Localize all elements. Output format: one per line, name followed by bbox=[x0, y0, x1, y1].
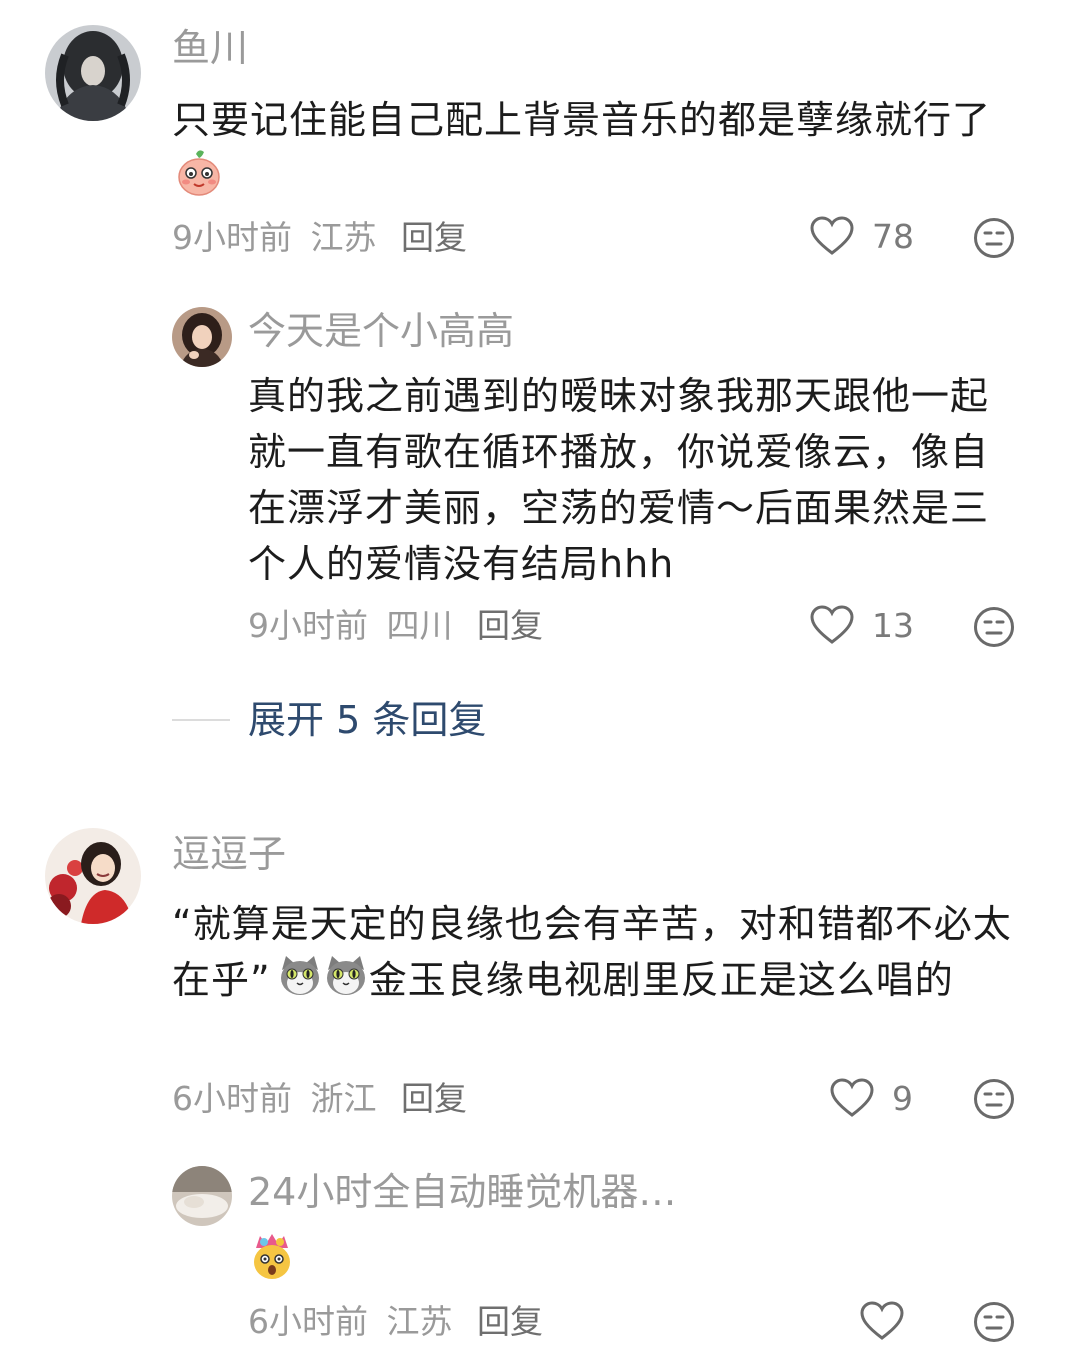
comment-meta: 9小时前 江苏 回复 bbox=[172, 218, 467, 258]
comment-username[interactable]: 鱼川 bbox=[172, 26, 248, 70]
meh-face-icon bbox=[974, 1079, 1014, 1119]
comment-time: 9小时前 bbox=[172, 218, 292, 257]
heart-icon bbox=[810, 605, 854, 644]
comment-time: 9小时前 bbox=[248, 606, 368, 645]
peach-face-emoji bbox=[174, 148, 224, 213]
like-count: 13 bbox=[872, 605, 914, 645]
meh-face-icon bbox=[974, 218, 1014, 258]
comment-text-body: 金玉良缘电视剧里反正是这么唱的 bbox=[368, 958, 954, 1002]
heart-icon bbox=[860, 1301, 904, 1340]
avatar[interactable] bbox=[45, 25, 141, 121]
expand-replies[interactable]: 展开 5 条回复 bbox=[172, 698, 486, 742]
comment-text: 只要记住能自己配上背景音乐的都是孽缘就行了 bbox=[172, 92, 1022, 213]
like-button[interactable] bbox=[860, 1301, 922, 1341]
comment-location: 浙江 bbox=[310, 1079, 377, 1118]
comment-username[interactable]: 逗逗子 bbox=[172, 832, 286, 876]
cat-face-emoji bbox=[323, 952, 369, 1013]
expand-replies-label[interactable]: 展开 5 条回复 bbox=[248, 698, 486, 742]
dislike-button[interactable] bbox=[973, 606, 1015, 652]
comment-time: 6小时前 bbox=[172, 1079, 292, 1118]
avatar[interactable] bbox=[45, 828, 141, 924]
comment-location: 江苏 bbox=[310, 218, 377, 257]
comment-text: “就算是天定的良缘也会有辛苦，对和错都不必太在乎” 金玉良缘电视剧里反正是这么唱… bbox=[172, 896, 1032, 1013]
avatar[interactable] bbox=[172, 1166, 232, 1226]
dislike-button[interactable] bbox=[973, 1301, 1015, 1347]
reply-username[interactable]: 今天是个小高高 bbox=[248, 309, 514, 353]
avatar[interactable] bbox=[172, 307, 232, 367]
like-count: 9 bbox=[892, 1078, 913, 1118]
exploding-head-emoji bbox=[248, 1232, 296, 1284]
heart-icon bbox=[810, 216, 854, 255]
divider-line bbox=[172, 719, 230, 721]
meh-face-icon bbox=[974, 607, 1014, 647]
like-button[interactable]: 78 bbox=[810, 216, 914, 256]
comment-time: 6小时前 bbox=[248, 1302, 368, 1341]
comment-text-body: 只要记住能自己配上背景音乐的都是孽缘就行了 bbox=[172, 98, 992, 142]
dislike-button[interactable] bbox=[973, 217, 1015, 263]
heart-icon bbox=[830, 1078, 874, 1117]
reply-username[interactable]: 24小时全自动睡觉机器… bbox=[248, 1170, 676, 1214]
reply-button[interactable]: 回复 bbox=[401, 1079, 467, 1118]
reply-meta: 6小时前 江苏 回复 bbox=[248, 1302, 543, 1342]
comment-location: 四川 bbox=[386, 606, 453, 645]
reply-meta: 9小时前 四川 回复 bbox=[248, 606, 543, 646]
comment-location: 江苏 bbox=[386, 1302, 453, 1341]
reply-button[interactable]: 回复 bbox=[477, 606, 543, 645]
reply-button[interactable]: 回复 bbox=[401, 218, 467, 257]
comment-meta: 6小时前 浙江 回复 bbox=[172, 1079, 467, 1119]
reply-text: 真的我之前遇到的暧昧对象我那天跟他一起就一直有歌在循环播放，你说爱像云，像自在漂… bbox=[248, 374, 990, 586]
meh-face-icon bbox=[974, 1302, 1014, 1342]
like-button[interactable]: 9 bbox=[830, 1078, 913, 1118]
dislike-button[interactable] bbox=[973, 1078, 1015, 1124]
like-button[interactable]: 13 bbox=[810, 605, 914, 645]
reply-button[interactable]: 回复 bbox=[477, 1302, 543, 1341]
cat-face-emoji bbox=[277, 952, 323, 1013]
like-count: 78 bbox=[872, 216, 914, 256]
